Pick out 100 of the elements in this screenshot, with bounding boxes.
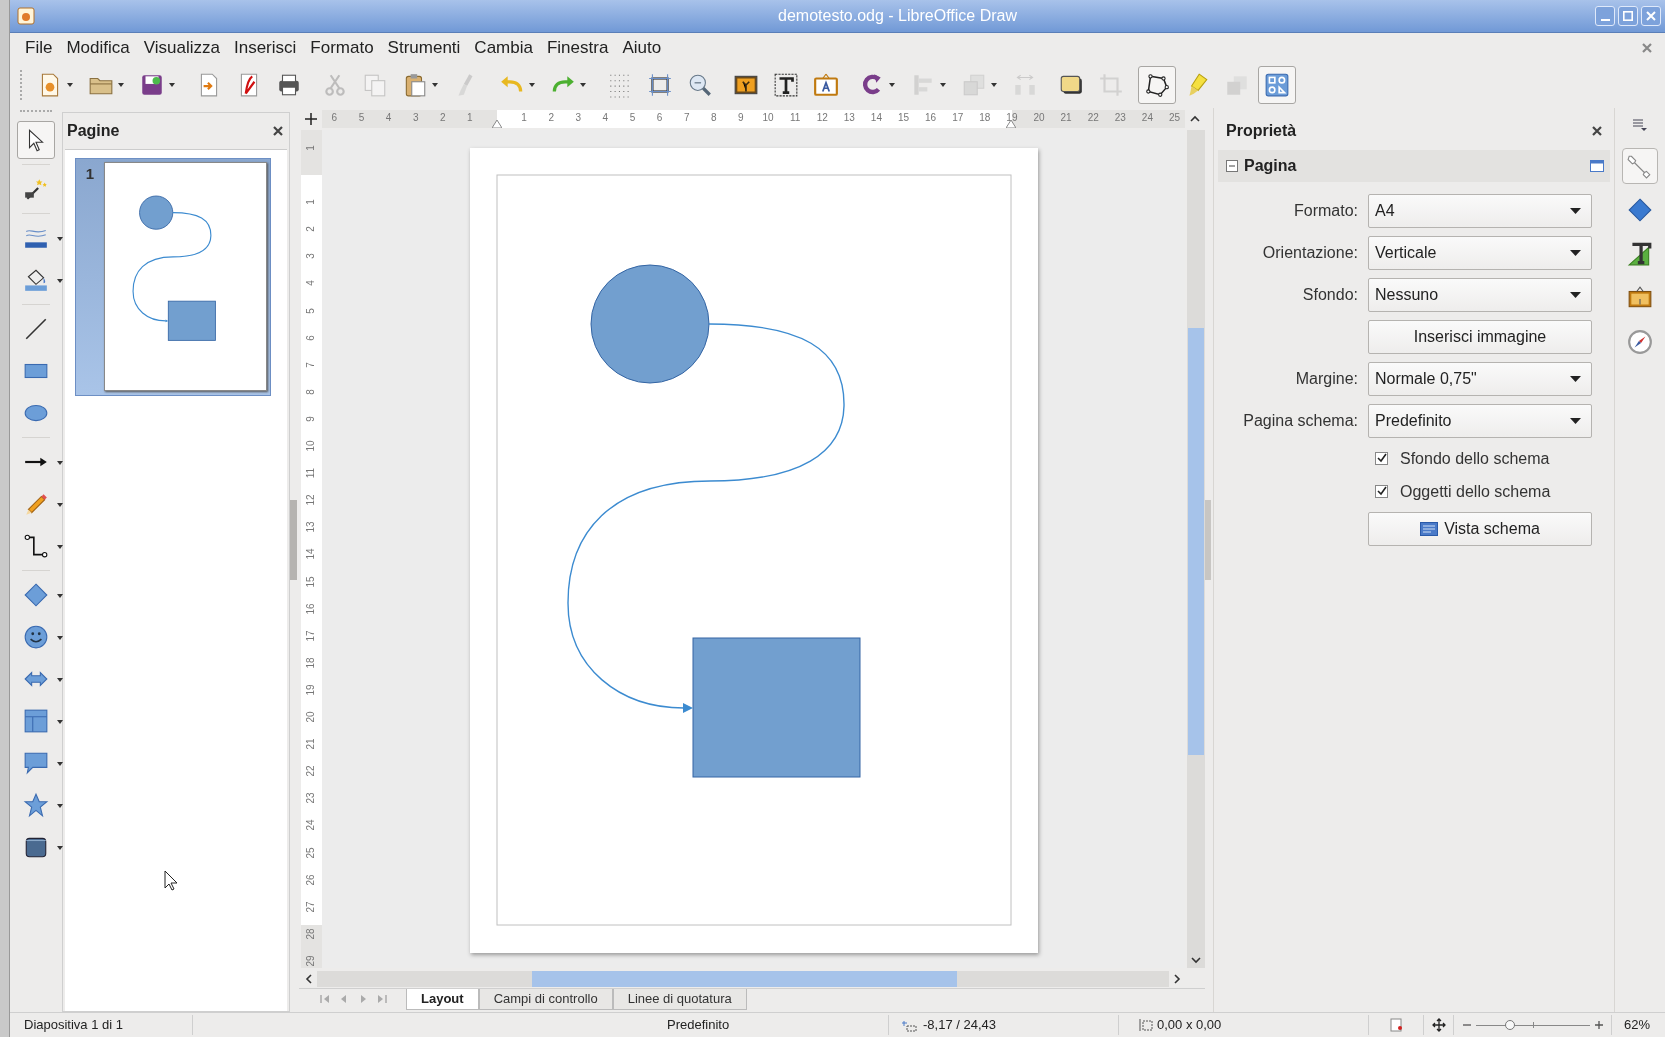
more-options-button[interactable]: [1590, 160, 1604, 172]
slider-thumb[interactable]: [1505, 1020, 1516, 1030]
ruler-number: 12: [816, 112, 828, 124]
points-button[interactable]: [1138, 66, 1176, 104]
section-title: Pagina: [1244, 156, 1298, 176]
ruler-number: 13: [305, 521, 317, 533]
dropdown[interactable]: Normale 0,75": [1368, 362, 1592, 396]
window-title: demotesto.odg - LibreOffice Draw: [777, 6, 1017, 26]
ruler-number: 18: [979, 112, 991, 124]
magnifier-icon: [687, 72, 713, 98]
ruler-number: 6: [305, 334, 317, 341]
plus-icon: [1594, 1020, 1604, 1030]
ruler-number: 3: [305, 253, 317, 260]
checkbox[interactable]: [1375, 485, 1388, 498]
menu-item[interactable]: Finestra: [539, 34, 616, 61]
ruler-number: 4: [385, 112, 392, 124]
ruler-number: 16: [925, 112, 937, 124]
ruler-number: 14: [870, 112, 882, 124]
caret-icon: [117, 81, 125, 89]
panel-title: Pagine: [67, 121, 120, 141]
scrollbar-thumb[interactable]: [1188, 328, 1204, 755]
checkbox-label: Oggetti dello schema: [1400, 481, 1551, 502]
ruler-number: 11: [305, 467, 317, 479]
properties-deck-button[interactable]: [1622, 148, 1658, 184]
connector-icon: [23, 533, 49, 559]
ruler-number: 8: [305, 389, 317, 395]
ruler-number: 19: [1006, 112, 1018, 124]
caret-icon: [56, 676, 64, 684]
minimize-icon: [1600, 19, 1610, 21]
caret-icon: [528, 81, 536, 89]
select-tool[interactable]: [17, 121, 55, 159]
layer-tab[interactable]: Layout: [406, 989, 479, 1010]
ruler-number: 25: [305, 846, 317, 859]
dropdown[interactable]: A4: [1368, 194, 1592, 228]
paint-bucket-icon: [23, 267, 49, 293]
ruler-number: 7: [683, 112, 690, 124]
close-button[interactable]: [1590, 124, 1604, 138]
button[interactable]: Vista schema: [1368, 512, 1592, 546]
dropdown[interactable]: Nessuno: [1368, 278, 1592, 312]
menu-item[interactable]: Strumenti: [380, 34, 468, 61]
menu-item[interactable]: Modifica: [59, 34, 137, 61]
scrollbar-thumb[interactable]: [532, 971, 957, 987]
checkbox[interactable]: [1375, 452, 1388, 465]
menu-item[interactable]: Visualizza: [136, 34, 227, 61]
ruler-number: 22: [305, 765, 317, 777]
shapes-toolbar-button[interactable]: [1258, 66, 1296, 104]
ruler-number: 7: [305, 361, 317, 368]
ruler-number: 20: [305, 711, 317, 723]
layer-tab[interactable]: Linee di quotatura: [612, 989, 747, 1010]
splitter-handle[interactable]: [1205, 500, 1211, 580]
dropdown-arrow-icon: [1570, 376, 1581, 382]
close-button[interactable]: [271, 124, 285, 138]
field-label: Sfondo:: [1301, 285, 1358, 305]
chevron-down-icon: [1191, 955, 1201, 965]
dropdown[interactable]: Predefinito: [1368, 404, 1592, 438]
fit-page-button[interactable]: [1431, 1018, 1446, 1032]
page-thumbnail[interactable]: 1: [75, 158, 271, 396]
ruler-number: 20: [1033, 112, 1045, 124]
text-style-icon: [1627, 241, 1653, 267]
layer-tab[interactable]: Campi di controllo: [478, 989, 613, 1010]
ruler-number: 14: [305, 548, 317, 560]
guide-lines-icon: [647, 72, 673, 98]
button[interactable]: Inserisci immagine: [1368, 320, 1592, 354]
ruler-number: 2: [305, 226, 317, 232]
ruler-number: 5: [305, 307, 317, 314]
maximize-button[interactable]: [1618, 6, 1638, 26]
splitter-handle[interactable]: [290, 500, 297, 580]
stacked-squares-icon: [961, 72, 987, 98]
ruler-number: 6: [656, 112, 663, 124]
caret-icon: [579, 81, 587, 89]
dropdown-arrow-icon: [1570, 208, 1581, 214]
close-icon: [272, 125, 284, 137]
position-icon: [901, 1018, 917, 1032]
dropdown[interactable]: Verticale: [1368, 236, 1592, 270]
menu-item[interactable]: File: [18, 34, 60, 61]
close-icon: [1591, 125, 1603, 137]
ruler-number: 25: [1168, 112, 1181, 124]
ruler-number: 15: [305, 575, 317, 588]
menu-item[interactable]: Inserisci: [226, 34, 304, 61]
ruler-number: 13: [843, 112, 855, 124]
menu-item[interactable]: Aiuto: [615, 34, 669, 61]
menu-item[interactable]: Formato: [303, 34, 381, 61]
square-shape: [167, 300, 216, 341]
collapse-button[interactable]: [1226, 160, 1238, 172]
ruler-number: 10: [305, 440, 317, 452]
chevron-right-icon: [1172, 974, 1182, 984]
zoom-slider[interactable]: [1476, 1019, 1590, 1031]
cursor-position: -8,17 / 24,43: [923, 1016, 996, 1035]
close-icon: [1641, 41, 1653, 54]
menu-item[interactable]: Cambia: [467, 34, 540, 61]
caret-icon: [56, 459, 64, 467]
deck-menu-button[interactable]: [1632, 118, 1648, 132]
caret-icon: [56, 543, 64, 551]
ruler-number: 15: [897, 112, 910, 124]
ruler-origin-icon: [303, 112, 318, 126]
minimize-button[interactable]: [1595, 6, 1615, 26]
ruler-number: 2: [440, 112, 446, 124]
size-icon: [1139, 1018, 1153, 1032]
object-size: 0,00 x 0,00: [1157, 1016, 1222, 1035]
zoom-in-button[interactable]: [1594, 1020, 1604, 1030]
